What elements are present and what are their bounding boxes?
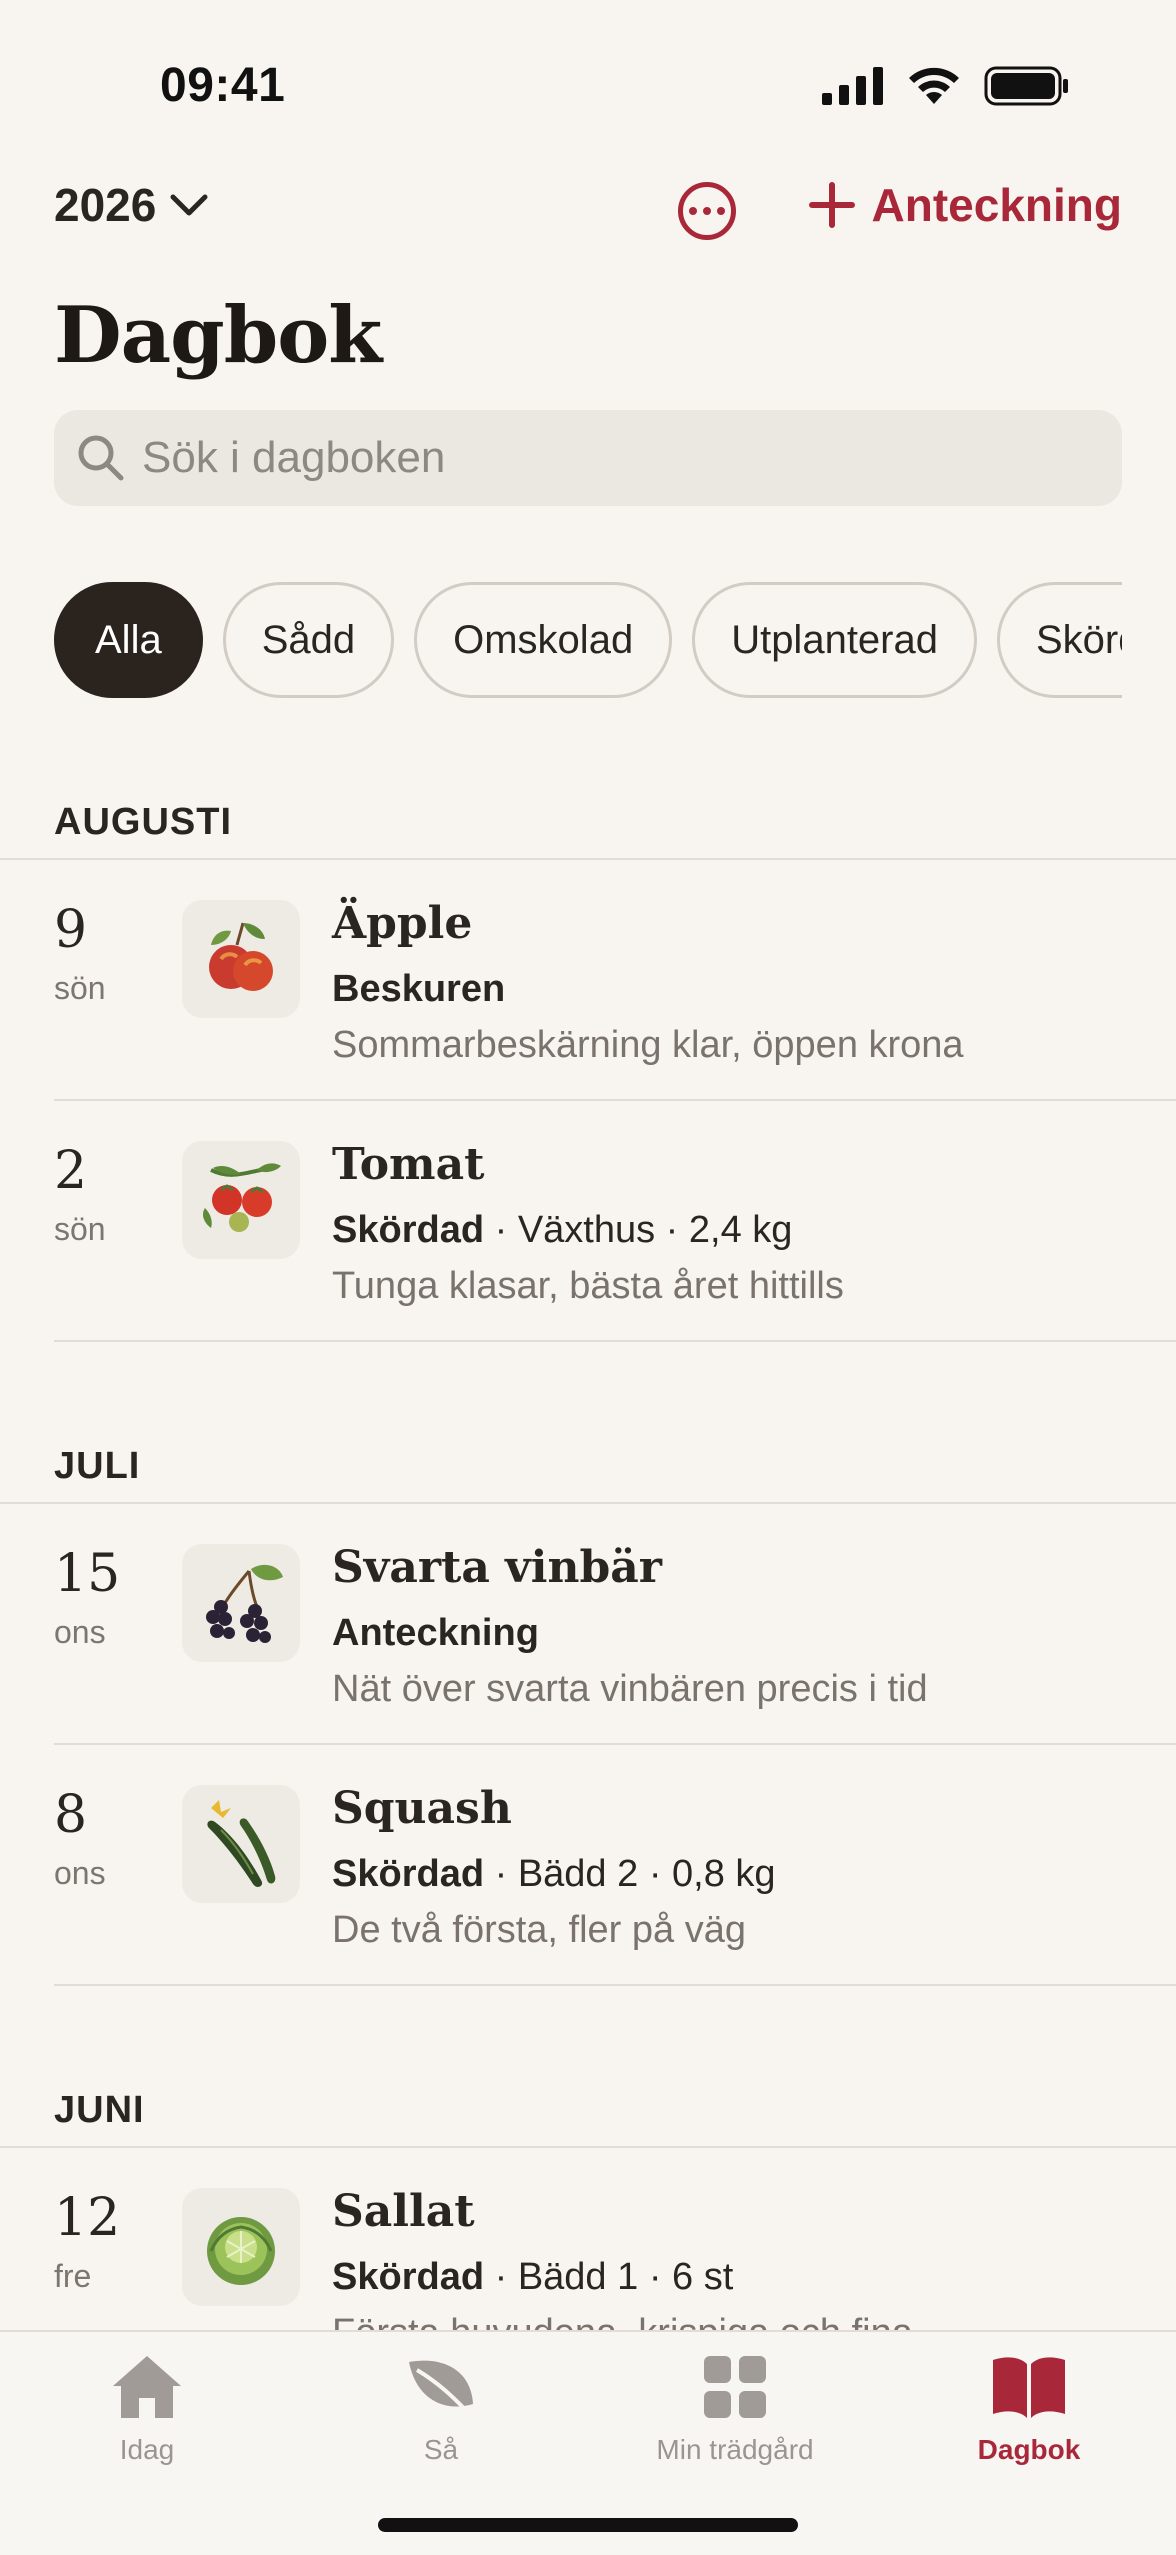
filter-chip-utplanterad[interactable]: Utplanterad — [692, 582, 977, 698]
journal-entry[interactable]: 9 sön Äpple Beskuren Sommarbeskärning kl… — [54, 860, 1176, 1101]
house-icon — [113, 2356, 181, 2418]
month-header: AUGUSTI — [0, 770, 1176, 860]
month-spacer — [0, 1986, 1176, 2058]
entry-note: De två första, fler på väg — [332, 1909, 746, 1951]
apple-icon — [182, 900, 300, 1018]
more-icon-dot — [717, 207, 725, 215]
entry-note: Tunga klasar, bästa året hittills — [332, 1265, 844, 1307]
entry-meta: Skördad · Bädd 1 · 6 st — [332, 2256, 733, 2299]
entry-day: 2 — [54, 1141, 88, 1201]
lettuce-icon — [182, 2188, 300, 2306]
entry-meta: Beskuren — [332, 968, 505, 1011]
tab-sa[interactable]: Så — [294, 2352, 588, 2492]
status-icons — [822, 66, 1070, 106]
blackcurrant-icon — [182, 1544, 300, 1662]
tomato-icon — [182, 1141, 300, 1259]
journal-entry[interactable]: 2 sön Tomat Skördad · Växthus · 2,4 kg T… — [54, 1101, 1176, 1342]
more-icon — [689, 207, 697, 215]
entry-meta: Anteckning — [332, 1612, 539, 1655]
filter-chip-skordad[interactable]: Skördad — [996, 582, 1122, 698]
filter-chip-alla[interactable]: Alla — [54, 582, 203, 698]
entry-plant-name: Squash — [332, 1783, 512, 1834]
year-label: 2026 — [54, 179, 157, 231]
entry-day: 8 — [54, 1785, 88, 1845]
month-header: JUNI — [0, 2058, 1176, 2148]
tab-dagbok[interactable]: Dagbok — [882, 2352, 1176, 2492]
entry-status: Beskuren — [332, 968, 506, 1010]
month-header: JULI — [0, 1414, 1176, 1504]
chevron-down-icon — [170, 194, 208, 216]
entry-meta: Skördad · Bädd 2 · 0,8 kg — [332, 1853, 776, 1896]
add-note-label: Anteckning — [871, 179, 1122, 231]
tab-idag[interactable]: Idag — [0, 2352, 294, 2492]
entry-day: 9 — [54, 900, 88, 960]
entry-note: Sommarbeskärning klar, öppen krona — [332, 1024, 964, 1066]
entry-weekday: ons — [54, 1855, 106, 1891]
entry-details: · Bädd 1 · 6 st — [484, 2256, 734, 2298]
entry-status: Skördad — [332, 1209, 485, 1251]
tab-label: Idag — [119, 2434, 175, 2465]
entry-plant-name: Äpple — [332, 898, 473, 949]
search-placeholder: Sök i dagboken — [142, 433, 446, 482]
entry-day: 15 — [54, 1544, 121, 1604]
journal-list: AUGUSTI 9 sön Äpple Beskuren Sommarbeskä… — [0, 770, 1176, 2389]
tab-label: Min trädgård — [656, 2434, 814, 2465]
add-note-button[interactable]: Anteckning — [808, 178, 1122, 232]
zucchini-icon — [182, 1785, 300, 1903]
month-spacer — [0, 1342, 1176, 1414]
tab-min-tradgard[interactable]: Min trädgård — [588, 2352, 882, 2492]
entry-weekday: fre — [54, 2258, 92, 2294]
grid-icon — [704, 2356, 766, 2418]
journal-entry[interactable]: 8 ons Squash Skördad · Bädd 2 · 0,8 kg D… — [54, 1745, 1176, 1986]
filter-chip-sadd[interactable]: Sådd — [222, 582, 395, 698]
status-bar: 09:41 — [0, 0, 1176, 170]
book-icon — [993, 2357, 1065, 2418]
status-time: 09:41 — [160, 59, 286, 112]
wifi-icon — [909, 67, 959, 104]
year-picker[interactable]: 2026 — [54, 178, 208, 232]
entry-day: 12 — [54, 2188, 121, 2248]
tab-label: Så — [423, 2434, 459, 2465]
cellular-signal-icon — [822, 67, 883, 105]
top-bar: 2026 Anteckning — [0, 170, 1176, 250]
entry-details: · Bädd 2 · 0,8 kg — [484, 1853, 776, 1895]
more-options-button[interactable] — [678, 182, 736, 240]
plus-icon — [808, 182, 855, 228]
entry-meta: Skördad · Växthus · 2,4 kg — [332, 1209, 792, 1252]
entry-plant-name: Tomat — [332, 1139, 485, 1190]
journal-entry[interactable]: 15 ons Svarta vinbär Anteckning Nät över… — [54, 1504, 1176, 1745]
search-icon — [78, 435, 124, 481]
battery-icon — [984, 66, 1068, 106]
home-indicator — [378, 2518, 798, 2532]
entry-weekday: sön — [54, 970, 106, 1006]
entry-plant-name: Svarta vinbär — [332, 1542, 662, 1593]
entry-weekday: ons — [54, 1614, 106, 1650]
leaf-icon — [409, 2360, 475, 2420]
entry-plant-name: Sallat — [332, 2186, 475, 2237]
filter-chip-omskolad[interactable]: Omskolad — [414, 582, 673, 698]
search-input[interactable]: Sök i dagboken — [54, 410, 1122, 506]
tab-label: Dagbok — [977, 2434, 1081, 2465]
more-icon-dot — [703, 207, 711, 215]
page-title: Dagbok — [54, 290, 382, 381]
entry-note: Nät över svarta vinbären precis i tid — [332, 1668, 928, 1710]
filter-chips: Alla Sådd Omskolad Utplanterad Skördad — [54, 580, 1122, 700]
entry-status: Anteckning — [332, 1612, 539, 1654]
entry-details: · Växthus · 2,4 kg — [484, 1209, 793, 1251]
entry-status: Skördad — [332, 2256, 485, 2298]
entry-weekday: sön — [54, 1211, 106, 1247]
entry-status: Skördad — [332, 1853, 485, 1895]
